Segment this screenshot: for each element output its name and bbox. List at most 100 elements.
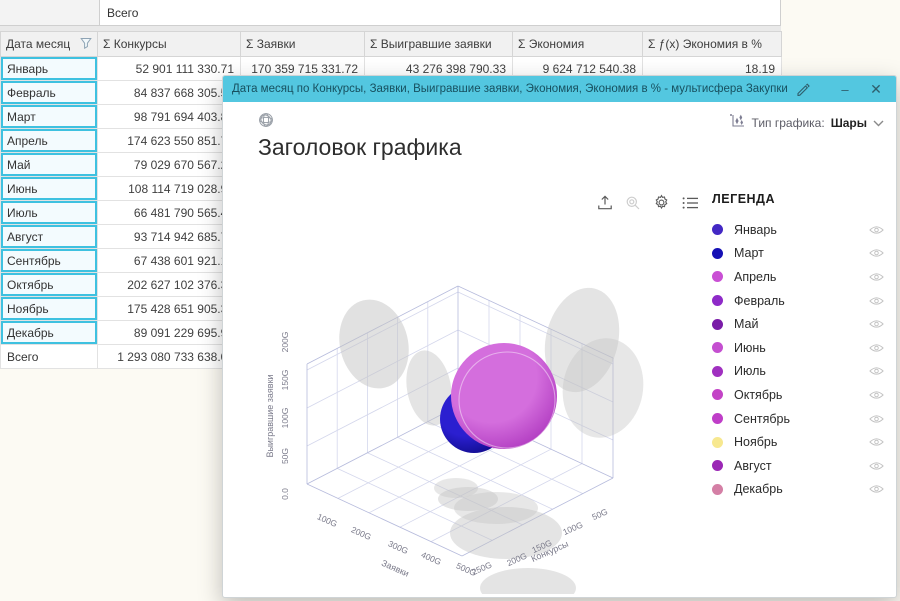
modal-titlebar[interactable]: Дата месяц по Конкурсы, Заявки, Выигравш… xyxy=(223,76,896,102)
settings-gear-icon[interactable] xyxy=(653,194,670,216)
table-header-row: Дата месяц Σ Конкурсы Σ Заявки Σ Выиграв… xyxy=(1,32,782,57)
legend-item[interactable]: Октябрь xyxy=(712,383,884,407)
column-header-month[interactable]: Дата месяц xyxy=(1,32,98,57)
visibility-eye-icon[interactable] xyxy=(869,366,884,376)
legend-label: Апрель xyxy=(734,270,869,284)
value-cell[interactable]: 1 293 080 733 638.04 xyxy=(98,345,241,369)
value-cell[interactable]: 174 623 550 851.76 xyxy=(98,129,241,153)
chart-title: Заголовок графика xyxy=(258,134,462,161)
legend-item[interactable]: Февраль xyxy=(712,289,884,313)
column-header-zayavki[interactable]: Σ Заявки xyxy=(241,32,365,57)
formula-bar: Всего xyxy=(0,0,781,26)
legend-label: Август xyxy=(734,459,869,473)
visibility-eye-icon[interactable] xyxy=(869,319,884,329)
legend-color-dot xyxy=(712,389,723,400)
svg-text:150G: 150G xyxy=(280,370,290,391)
close-button[interactable]: ✕ xyxy=(864,76,888,102)
legend-label: Октябрь xyxy=(734,388,869,402)
column-header-label: Дата месяц xyxy=(6,37,70,51)
formula-bar-value[interactable]: Всего xyxy=(100,0,781,25)
value-cell[interactable]: 98 791 694 403.89 xyxy=(98,105,241,129)
column-header-ekonomia-pct[interactable]: Σ ƒ(x) Экономия в % xyxy=(643,32,782,57)
chevron-down-icon xyxy=(873,116,884,130)
month-cell[interactable]: Июнь xyxy=(1,177,98,201)
filter-icon[interactable] xyxy=(80,37,92,52)
legend-color-dot xyxy=(712,484,723,495)
month-cell[interactable]: Октябрь xyxy=(1,273,98,297)
legend-item[interactable]: Март xyxy=(712,242,884,266)
modal-title: Дата месяц по Конкурсы, Заявки, Выигравш… xyxy=(232,83,788,95)
month-cell[interactable]: Апрель xyxy=(1,129,98,153)
legend-item[interactable]: Сентябрь xyxy=(712,407,884,431)
legend-color-dot xyxy=(712,437,723,448)
legend-label: Март xyxy=(734,246,869,260)
visibility-eye-icon[interactable] xyxy=(869,225,884,235)
value-cell[interactable]: 67 438 601 921.13 xyxy=(98,249,241,273)
legend-color-dot xyxy=(712,460,723,471)
column-header-ekonomia[interactable]: Σ Экономия xyxy=(513,32,643,57)
value-cell[interactable]: 108 114 719 028.96 xyxy=(98,177,241,201)
legend-item[interactable]: Май xyxy=(712,312,884,336)
legend-item[interactable]: Январь xyxy=(712,218,884,242)
visibility-eye-icon[interactable] xyxy=(869,343,884,353)
data-list-icon[interactable] xyxy=(682,196,699,215)
month-cell[interactable]: Август xyxy=(1,225,98,249)
month-cell[interactable]: Февраль xyxy=(1,81,98,105)
value-cell[interactable]: 89 091 229 695.94 xyxy=(98,321,241,345)
legend-item[interactable]: Август xyxy=(712,454,884,478)
visibility-eye-icon[interactable] xyxy=(869,484,884,494)
legend-color-dot xyxy=(712,413,723,424)
svg-text:400G: 400G xyxy=(420,549,443,567)
legend-item[interactable]: Апрель xyxy=(712,265,884,289)
value-cell[interactable]: 79 029 670 567.21 xyxy=(98,153,241,177)
legend-color-dot xyxy=(712,366,723,377)
month-cell[interactable]: Январь xyxy=(1,57,98,81)
legend-item[interactable]: Июль xyxy=(712,360,884,384)
visibility-eye-icon[interactable] xyxy=(869,414,884,424)
export-icon[interactable] xyxy=(597,195,613,216)
legend-heading: ЛЕГЕНДА xyxy=(712,192,775,206)
month-cell[interactable]: Май xyxy=(1,153,98,177)
chart-type-selector[interactable]: Тип графика: Шары xyxy=(729,113,884,132)
svg-text:300G: 300G xyxy=(387,538,410,556)
visibility-eye-icon[interactable] xyxy=(869,461,884,471)
value-cell[interactable]: 52 901 111 330.71 xyxy=(98,57,241,81)
legend-item[interactable]: Июнь xyxy=(712,336,884,360)
bubble-3d-chart[interactable]: 100G200G300G400G500G250G200G150G100G50G0… xyxy=(246,216,706,594)
legend-label: Январь xyxy=(734,223,869,237)
sphere-3d-icon[interactable] xyxy=(258,112,274,133)
svg-text:0.0: 0.0 xyxy=(280,488,290,500)
legend-label: Май xyxy=(734,317,869,331)
month-cell[interactable]: Сентябрь xyxy=(1,249,98,273)
visibility-eye-icon[interactable] xyxy=(869,296,884,306)
legend-item[interactable]: Ноябрь xyxy=(712,430,884,454)
value-cell[interactable]: 93 714 942 685.76 xyxy=(98,225,241,249)
legend-label: Июнь xyxy=(734,341,869,355)
value-cell[interactable]: 202 627 102 376.34 xyxy=(98,273,241,297)
column-header-konkursy[interactable]: Σ Конкурсы xyxy=(98,32,241,57)
legend-label: Ноябрь xyxy=(734,435,869,449)
legend-list: Январь Март Апрель Февраль Май Июнь Июль Октябр… xyxy=(712,218,884,501)
month-cell[interactable]: Ноябрь xyxy=(1,297,98,321)
zoom-area-icon[interactable] xyxy=(625,195,641,216)
value-cell[interactable]: 66 481 790 565.47 xyxy=(98,201,241,225)
chart-type-value: Шары xyxy=(831,116,867,130)
month-cell[interactable]: Всего xyxy=(1,345,98,369)
visibility-eye-icon[interactable] xyxy=(869,248,884,258)
month-cell[interactable]: Июль xyxy=(1,201,98,225)
minimize-button[interactable]: – xyxy=(834,76,856,102)
edit-title-icon[interactable] xyxy=(796,83,810,96)
legend-item[interactable]: Декабрь xyxy=(712,478,884,502)
column-header-vyigravshie[interactable]: Σ Выигравшие заявки xyxy=(365,32,513,57)
visibility-eye-icon[interactable] xyxy=(869,272,884,282)
month-cell[interactable]: Декабрь xyxy=(1,321,98,345)
svg-text:200G: 200G xyxy=(350,524,373,542)
visibility-eye-icon[interactable] xyxy=(869,437,884,447)
legend-label: Сентябрь xyxy=(734,412,869,426)
month-cell[interactable]: Март xyxy=(1,105,98,129)
svg-text:250G: 250G xyxy=(470,559,493,577)
value-cell[interactable]: 84 837 668 305.55 xyxy=(98,81,241,105)
visibility-eye-icon[interactable] xyxy=(869,390,884,400)
legend-color-dot xyxy=(712,248,723,259)
value-cell[interactable]: 175 428 651 905.37 xyxy=(98,297,241,321)
